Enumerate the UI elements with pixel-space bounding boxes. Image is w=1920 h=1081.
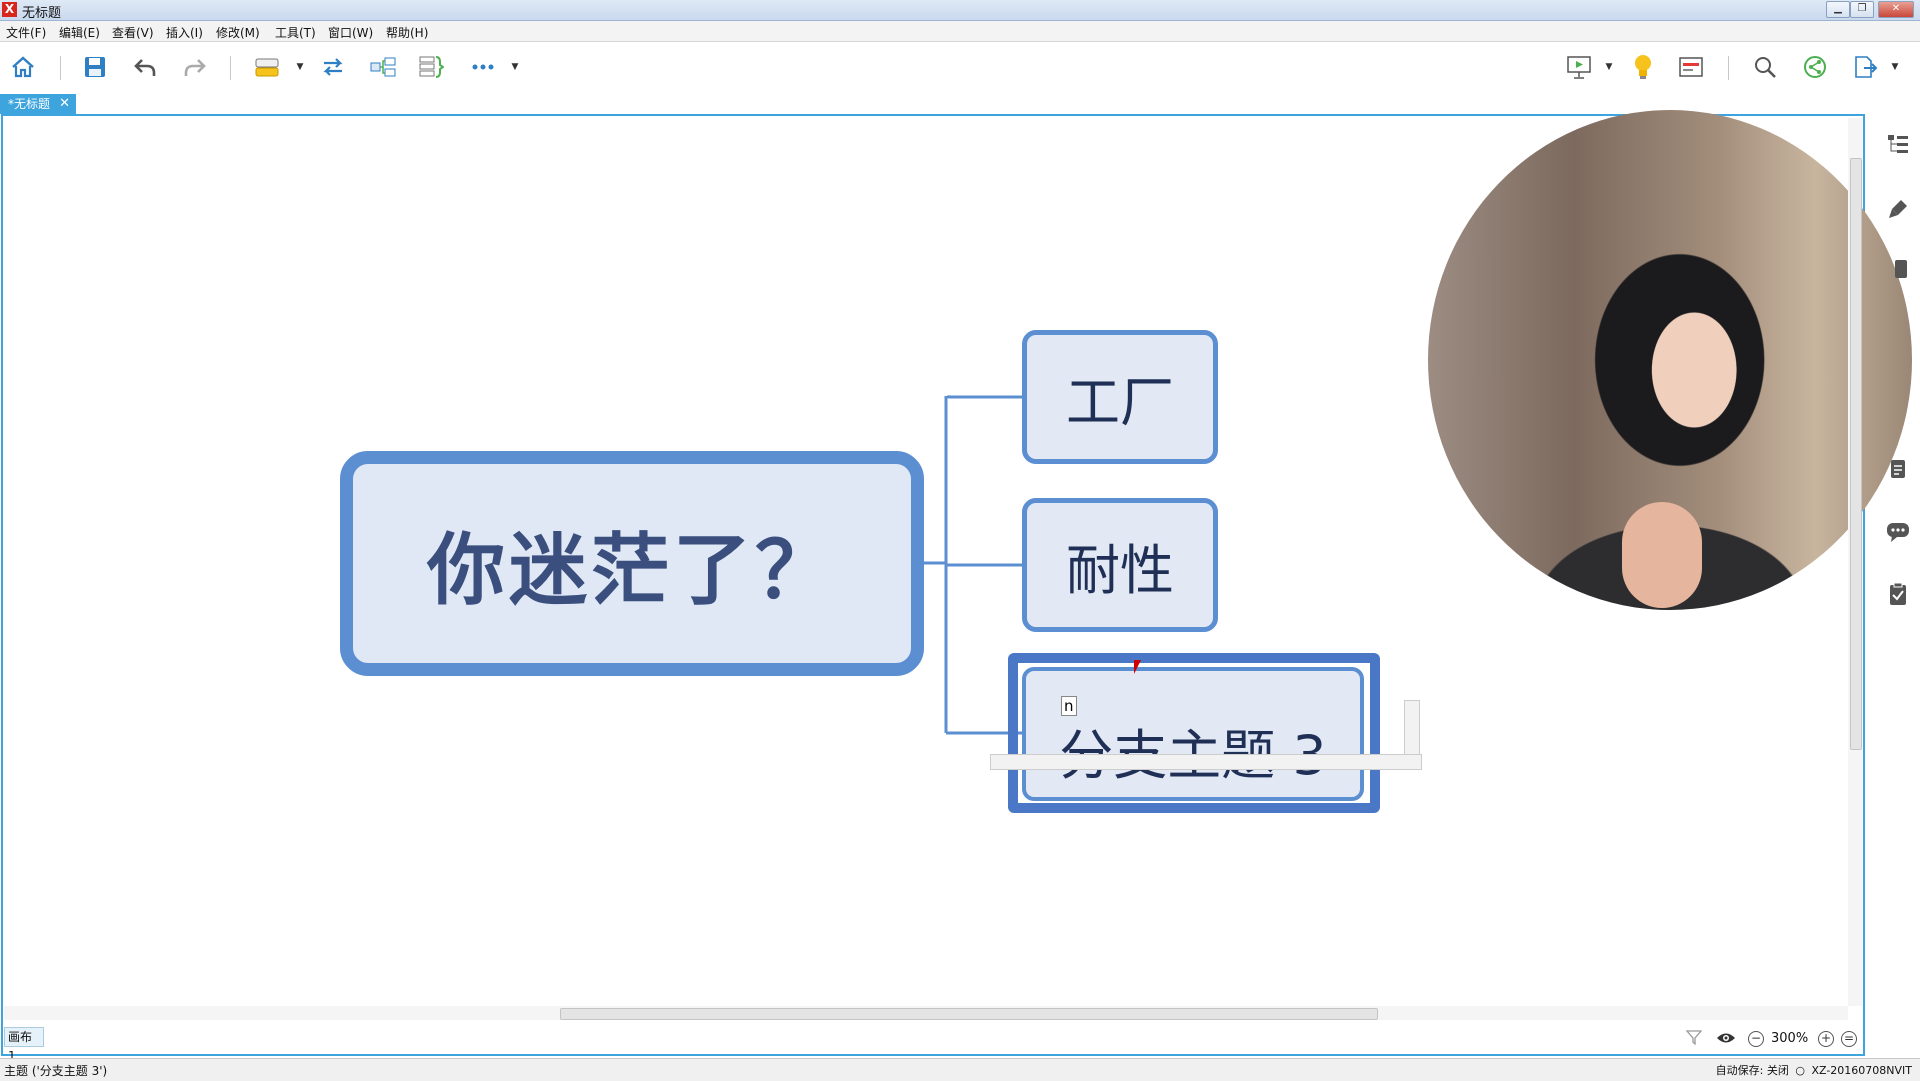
eye-icon[interactable] (1716, 1030, 1736, 1049)
branch-topic-patience[interactable]: 耐性 (1022, 498, 1218, 632)
inline-edit-field[interactable]: n (990, 696, 1422, 770)
notes-icon[interactable] (1884, 455, 1912, 483)
microphone-icon (1622, 502, 1702, 608)
fit-view-button[interactable]: = (1841, 1031, 1857, 1047)
status-dot-icon: ○ (1795, 1064, 1805, 1077)
status-bar: 主题 ('分支主题 3') 自动保存: 关闭 ○ XZ-20160708NVIT (0, 1058, 1920, 1081)
format-brush-icon[interactable] (1884, 195, 1912, 223)
status-selected-topic: 主题 ('分支主题 3') (4, 1064, 108, 1078)
zoom-in-button[interactable]: + (1818, 1031, 1834, 1047)
comment-icon[interactable] (1884, 518, 1912, 546)
mouse-pointer-icon (1134, 660, 1146, 674)
status-info: 自动保存: 关闭 ○ XZ-20160708NVIT (1716, 1062, 1912, 1078)
outline-panel-icon[interactable] (1884, 130, 1912, 158)
task-icon[interactable] (1884, 580, 1912, 608)
autosave-status[interactable]: 自动保存: 关闭 (1716, 1064, 1789, 1077)
canvas-horizontal-scrollbar[interactable] (4, 1006, 1848, 1020)
machine-name: XZ-20160708NVIT (1811, 1064, 1912, 1077)
zoom-out-button[interactable]: − (1748, 1031, 1764, 1047)
edit-horizontal-scrollbar[interactable] (990, 754, 1422, 770)
filter-icon[interactable] (1685, 1029, 1703, 1049)
scrollbar-thumb[interactable] (1850, 158, 1862, 750)
central-topic[interactable]: 你迷茫了？ (340, 451, 924, 676)
canvas-vertical-scrollbar[interactable] (1848, 118, 1862, 1006)
scrollbar-thumb[interactable] (560, 1008, 1378, 1020)
edit-vertical-scrollbar[interactable] (1404, 700, 1420, 756)
marker-icon[interactable] (1884, 255, 1912, 283)
sheet-tab[interactable]: 画布 1 (4, 1027, 44, 1063)
zoom-level: 300% (1771, 1031, 1809, 1046)
edit-caret-marker: n (1061, 696, 1077, 716)
branch-topic-factory[interactable]: 工厂 (1022, 330, 1218, 464)
